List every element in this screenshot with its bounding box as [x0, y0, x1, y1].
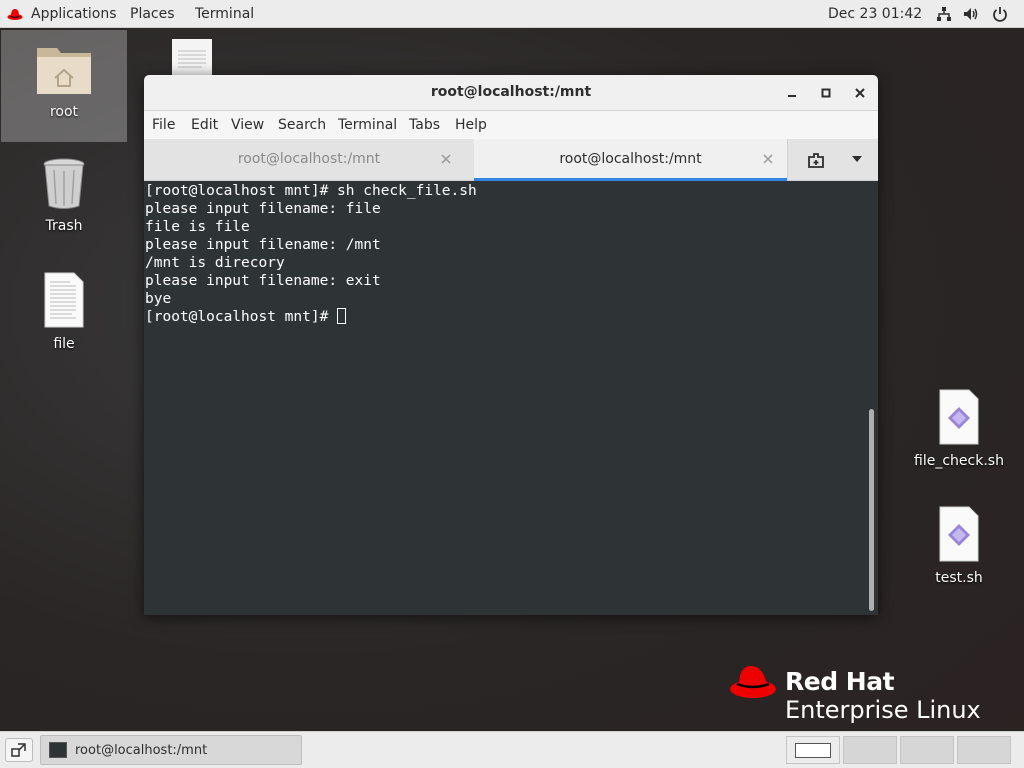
tabs-menu-icon[interactable]: [851, 155, 863, 163]
top-panel: Applications Places Terminal Dec 23 01:4…: [0, 0, 1024, 28]
redhat-product-name: Enterprise Linux: [785, 696, 981, 724]
workspace-4[interactable]: [957, 736, 1011, 764]
menu-bar: File Edit View Search Terminal Tabs Help: [144, 111, 878, 139]
power-icon[interactable]: [992, 6, 1008, 22]
bottom-panel: root@localhost:/mnt: [0, 731, 1024, 768]
workspace-1[interactable]: [786, 736, 840, 764]
shell-script-icon: [939, 389, 979, 445]
desktop-icon-label: root: [49, 104, 79, 120]
terminal-prompt-line: [root@localhost mnt]#: [145, 308, 866, 326]
scrollbar-thumb[interactable]: [869, 409, 874, 611]
close-tab-icon[interactable]: [762, 153, 774, 165]
applications-menu[interactable]: Applications: [31, 5, 117, 23]
redhat-wordmark: Red Hat: [785, 667, 895, 696]
taskbar-window-label: root@localhost:/mnt: [75, 743, 208, 758]
home-folder-icon: [37, 48, 91, 94]
desktop-icon-root[interactable]: root: [1, 30, 127, 142]
desktop-icon-trash[interactable]: Trash: [1, 156, 127, 234]
terminal-line: please input filename: exit: [145, 273, 381, 289]
volume-icon[interactable]: [963, 6, 979, 22]
terminal-line: please input filename: file: [145, 201, 381, 217]
clock[interactable]: Dec 23 01:42: [828, 5, 922, 23]
shell-script-icon: [939, 506, 979, 562]
menu-edit[interactable]: Edit: [191, 117, 218, 133]
menu-tabs[interactable]: Tabs: [409, 117, 440, 133]
taskbar-window-button[interactable]: root@localhost:/mnt: [40, 735, 302, 765]
tab-label: root@localhost:/mnt: [237, 151, 381, 167]
minimize-icon[interactable]: [784, 85, 800, 101]
terminal-cursor: [337, 308, 347, 324]
menu-view[interactable]: View: [231, 117, 264, 133]
tab-2-active[interactable]: root@localhost:/mnt: [474, 139, 787, 181]
close-icon[interactable]: [852, 85, 868, 101]
menu-file[interactable]: File: [152, 117, 175, 133]
new-tab-icon[interactable]: [807, 152, 825, 168]
tab-bar: root@localhost:/mnt root@localhost:/mnt: [144, 139, 878, 181]
terminal-output[interactable]: [root@localhost mnt]# sh check_file.sh p…: [144, 181, 866, 615]
tab-divider: [787, 139, 788, 180]
desktop-icon-label: test.sh: [935, 570, 983, 586]
redhat-hat-icon[interactable]: [7, 7, 23, 21]
show-desktop-button[interactable]: [5, 738, 33, 762]
terminal-icon: [49, 742, 67, 758]
desktop-icon-label: file: [53, 336, 75, 352]
desktop-icon-file[interactable]: file: [1, 272, 127, 352]
terminal-line: bye: [145, 291, 172, 307]
desktop-icon-file-check-sh[interactable]: file_check.sh: [896, 389, 1022, 469]
terminal-scrollbar[interactable]: [866, 181, 878, 615]
terminal-line: file is file: [145, 219, 250, 235]
menu-terminal[interactable]: Terminal: [338, 117, 397, 133]
text-file-icon: [44, 272, 84, 328]
tab-label: root@localhost:/mnt: [559, 151, 702, 167]
maximize-icon[interactable]: [818, 85, 834, 101]
terminal-app-menu[interactable]: Terminal: [195, 5, 254, 23]
workspace-2[interactable]: [843, 736, 897, 764]
trash-icon: [43, 158, 85, 209]
menu-search[interactable]: Search: [278, 117, 326, 133]
close-tab-icon[interactable]: [440, 153, 452, 165]
places-menu[interactable]: Places: [130, 5, 175, 23]
terminal-window: root@localhost:/mnt File Edit View Searc…: [144, 75, 878, 615]
workspace-3[interactable]: [900, 736, 954, 764]
tab-1[interactable]: root@localhost:/mnt: [144, 139, 474, 181]
desktop-icon-test-sh[interactable]: test.sh: [896, 506, 1022, 586]
workspace-window-thumb: [795, 743, 831, 758]
menu-help[interactable]: Help: [455, 117, 487, 133]
terminal-line: /mnt is direcory: [145, 255, 285, 271]
desktop-icon-label: file_check.sh: [914, 453, 1004, 469]
redhat-logo-icon: [730, 666, 776, 698]
partial-document-icon: [172, 39, 212, 75]
window-titlebar[interactable]: root@localhost:/mnt: [144, 75, 878, 111]
terminal-line: [root@localhost mnt]# sh check_file.sh: [145, 183, 477, 199]
show-desktop-icon: [11, 743, 26, 757]
desktop-icon-label: Trash: [45, 218, 83, 234]
window-title: root@localhost:/mnt: [430, 84, 592, 100]
network-icon[interactable]: [936, 6, 952, 22]
terminal-line: please input filename: /mnt: [145, 237, 381, 253]
terminal-prompt: [root@localhost mnt]#: [145, 309, 338, 325]
